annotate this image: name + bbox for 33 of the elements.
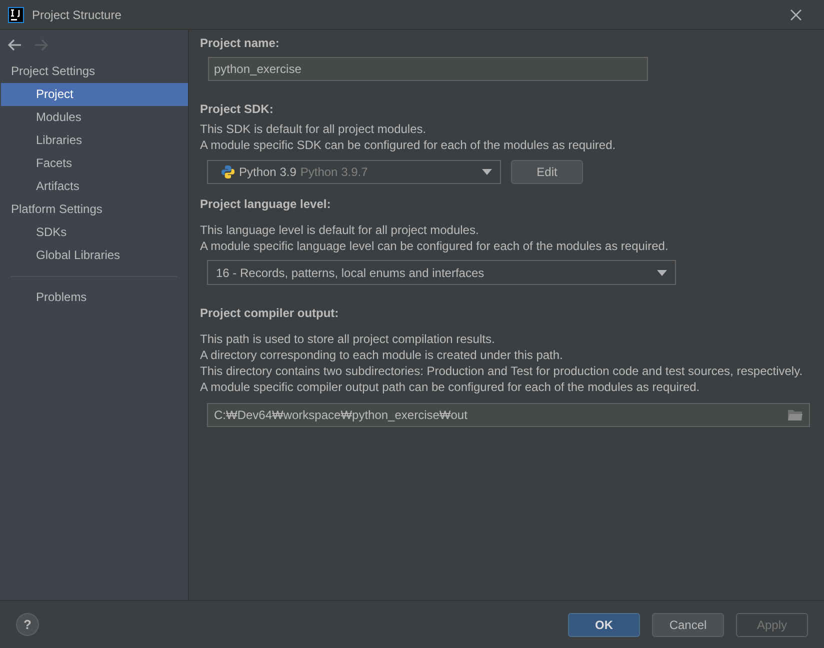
dropdown-caret-icon — [657, 270, 667, 276]
section-label: Project compiler output: — [200, 306, 339, 320]
description-text: This directory contains two subdirectories: Production and Test for production code and test sources, respectively. — [200, 363, 804, 379]
project-name-field[interactable]: python_exercise — [208, 57, 648, 81]
sdk-version: Python 3.9.7 — [300, 164, 368, 181]
description-text: This SDK is default for all project modules. — [200, 121, 428, 137]
section-label: Project name: — [200, 35, 280, 51]
python-logo-icon — [221, 165, 235, 179]
dialog-button[interactable]: Cancel — [652, 612, 724, 636]
window-title: Project Structure — [32, 6, 122, 24]
close-icon — [790, 8, 802, 20]
folder-icon[interactable] — [788, 409, 803, 421]
sidebar-group-header: Platform Settings — [10, 201, 104, 218]
description-text: A directory corresponding to each module is created under this path. — [200, 347, 564, 363]
language-level-dropdown[interactable]: 16 - Records, patterns, local enums and interfaces — [207, 260, 676, 285]
section-label: Project language level: — [200, 197, 331, 211]
dialog-button[interactable]: OK — [568, 612, 640, 636]
section-label: Project SDK: — [200, 102, 274, 116]
sidebar-group-header: Project Settings — [10, 63, 96, 80]
sdk-name: Python 3.9 — [239, 164, 296, 181]
help-button[interactable]: ? — [16, 613, 39, 636]
dropdown-caret-icon — [482, 169, 492, 175]
sdk-dropdown[interactable]: Python 3.9 Python 3.9.7 — [207, 160, 501, 184]
description-text: A module specific language level can be configured for each of the modules as required. — [200, 238, 670, 254]
sidebar-item[interactable]: Project — [1, 83, 188, 106]
description-text: A module specific SDK can be configured for each of the modules as required. — [200, 137, 617, 153]
app-logo-icon — [8, 6, 24, 22]
description-text: This language level is default for all project modules. — [200, 222, 480, 238]
back-button[interactable] — [8, 39, 22, 51]
description-text: This path is used to store all project compilation results. — [200, 331, 496, 347]
description-text: A module specific compiler output path can be configured for each of the modules as required. — [200, 379, 701, 395]
compiler-output-field[interactable]: C:₩Dev64₩workspace₩python_exercise₩out — [207, 403, 810, 427]
edit-button[interactable]: Edit — [511, 160, 583, 184]
